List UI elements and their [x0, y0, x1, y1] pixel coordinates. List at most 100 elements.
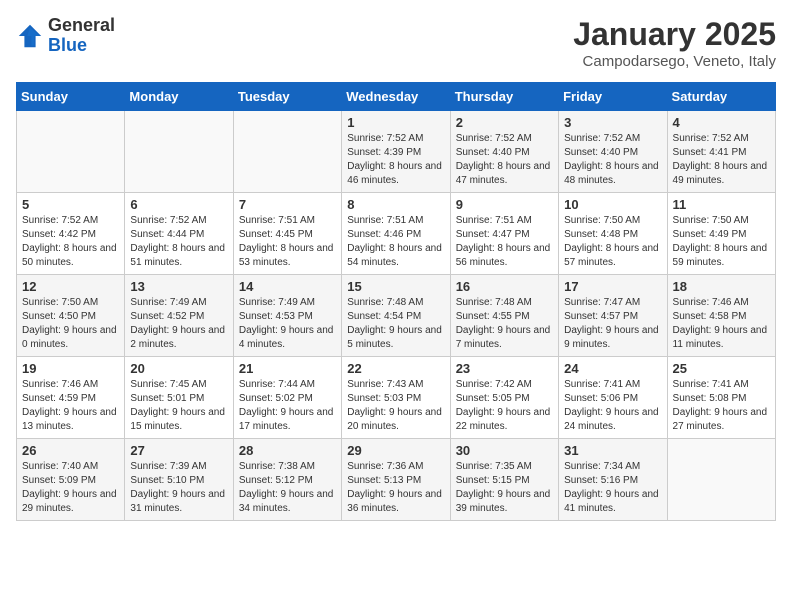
logo: General Blue	[16, 16, 115, 56]
day-info: Sunrise: 7:48 AM Sunset: 4:54 PM Dayligh…	[347, 296, 444, 352]
day-info: Sunrise: 7:50 AM Sunset: 4:50 PM Dayligh…	[22, 296, 119, 352]
day-info: Sunrise: 7:51 AM Sunset: 4:47 PM Dayligh…	[456, 214, 553, 270]
day-header-sunday: Sunday	[17, 83, 125, 111]
logo-general: General	[48, 15, 115, 35]
calendar-cell: 27Sunrise: 7:39 AM Sunset: 5:10 PM Dayli…	[125, 439, 233, 521]
day-number: 3	[564, 115, 661, 130]
day-info: Sunrise: 7:51 AM Sunset: 4:46 PM Dayligh…	[347, 214, 444, 270]
calendar-cell: 30Sunrise: 7:35 AM Sunset: 5:15 PM Dayli…	[450, 439, 558, 521]
calendar-cell: 21 Sunrise: 7:44 AM Sunset: 5:02 PM Dayli…	[233, 357, 341, 439]
day-number: 26	[22, 443, 119, 458]
calendar-week-3: 12Sunrise: 7:50 AM Sunset: 4:50 PM Dayli…	[17, 275, 776, 357]
calendar-cell	[233, 111, 341, 193]
day-number: 14	[239, 279, 336, 294]
calendar-cell: 8 Sunrise: 7:51 AM Sunset: 4:46 PM Daylig…	[342, 193, 450, 275]
calendar-cell: 19 Sunrise: 7:46 AM Sunset: 4:59 PM Dayli…	[17, 357, 125, 439]
day-number: 22	[347, 361, 444, 376]
calendar-table: SundayMondayTuesdayWednesdayThursdayFrid…	[16, 82, 776, 521]
calendar-cell: 4 Sunrise: 7:52 AM Sunset: 4:41 PM Daylig…	[667, 111, 775, 193]
day-info: Sunrise: 7:52 AM Sunset: 4:39 PM Dayligh…	[347, 132, 444, 188]
calendar-cell: 25 Sunrise: 7:41 AM Sunset: 5:08 PM Dayli…	[667, 357, 775, 439]
day-number: 8	[347, 197, 444, 212]
title-block: January 2025 Campodarsego, Veneto, Italy	[573, 16, 776, 70]
calendar-cell: 29Sunrise: 7:36 AM Sunset: 5:13 PM Dayli…	[342, 439, 450, 521]
day-number: 29	[347, 443, 444, 458]
logo-icon	[16, 22, 44, 50]
day-header-friday: Friday	[559, 83, 667, 111]
day-number: 30	[456, 443, 553, 458]
calendar-cell	[17, 111, 125, 193]
day-info: Sunrise: 7:38 AM Sunset: 5:12 PM Dayligh…	[239, 460, 336, 516]
calendar-cell	[125, 111, 233, 193]
calendar-cell: 18 Sunrise: 7:46 AM Sunset: 4:58 PM Dayli…	[667, 275, 775, 357]
day-header-saturday: Saturday	[667, 83, 775, 111]
day-number: 20	[130, 361, 227, 376]
calendar-cell: 20 Sunrise: 7:45 AM Sunset: 5:01 PM Dayli…	[125, 357, 233, 439]
day-info: Sunrise: 7:52 AM Sunset: 4:40 PM Dayligh…	[456, 132, 553, 188]
calendar-cell: 3 Sunrise: 7:52 AM Sunset: 4:40 PM Daylig…	[559, 111, 667, 193]
day-number: 11	[673, 197, 770, 212]
calendar-cell	[667, 439, 775, 521]
day-number: 2	[456, 115, 553, 130]
day-number: 5	[22, 197, 119, 212]
day-info: Sunrise: 7:42 AM Sunset: 5:05 PM Dayligh…	[456, 378, 553, 434]
day-info: Sunrise: 7:49 AM Sunset: 4:53 PM Dayligh…	[239, 296, 336, 352]
calendar-cell: 7 Sunrise: 7:51 AM Sunset: 4:45 PM Daylig…	[233, 193, 341, 275]
day-info: Sunrise: 7:46 AM Sunset: 4:58 PM Dayligh…	[673, 296, 770, 352]
calendar-cell: 23 Sunrise: 7:42 AM Sunset: 5:05 PM Dayli…	[450, 357, 558, 439]
day-number: 24	[564, 361, 661, 376]
calendar-cell: 15 Sunrise: 7:48 AM Sunset: 4:54 PM Dayli…	[342, 275, 450, 357]
day-info: Sunrise: 7:52 AM Sunset: 4:41 PM Dayligh…	[673, 132, 770, 188]
day-number: 6	[130, 197, 227, 212]
day-number: 23	[456, 361, 553, 376]
day-number: 28	[239, 443, 336, 458]
day-number: 16	[456, 279, 553, 294]
calendar-cell: 10 Sunrise: 7:50 AM Sunset: 4:48 PM Dayli…	[559, 193, 667, 275]
calendar-cell: 22Sunrise: 7:43 AM Sunset: 5:03 PM Dayli…	[342, 357, 450, 439]
day-number: 21	[239, 361, 336, 376]
calendar-cell: 24 Sunrise: 7:41 AM Sunset: 5:06 PM Dayli…	[559, 357, 667, 439]
calendar-week-4: 19 Sunrise: 7:46 AM Sunset: 4:59 PM Dayli…	[17, 357, 776, 439]
day-number: 10	[564, 197, 661, 212]
logo-text: General Blue	[48, 16, 115, 56]
calendar-cell: 16Sunrise: 7:48 AM Sunset: 4:55 PM Dayli…	[450, 275, 558, 357]
calendar-cell: 9 Sunrise: 7:51 AM Sunset: 4:47 PM Daylig…	[450, 193, 558, 275]
day-number: 17	[564, 279, 661, 294]
calendar-header-row: SundayMondayTuesdayWednesdayThursdayFrid…	[17, 83, 776, 111]
day-number: 4	[673, 115, 770, 130]
day-info: Sunrise: 7:44 AM Sunset: 5:02 PM Dayligh…	[239, 378, 336, 434]
day-info: Sunrise: 7:40 AM Sunset: 5:09 PM Dayligh…	[22, 460, 119, 516]
calendar-week-5: 26 Sunrise: 7:40 AM Sunset: 5:09 PM Dayli…	[17, 439, 776, 521]
day-info: Sunrise: 7:52 AM Sunset: 4:40 PM Dayligh…	[564, 132, 661, 188]
day-number: 13	[130, 279, 227, 294]
day-info: Sunrise: 7:41 AM Sunset: 5:06 PM Dayligh…	[564, 378, 661, 434]
day-info: Sunrise: 7:45 AM Sunset: 5:01 PM Dayligh…	[130, 378, 227, 434]
day-number: 19	[22, 361, 119, 376]
day-header-monday: Monday	[125, 83, 233, 111]
calendar-cell: 5 Sunrise: 7:52 AM Sunset: 4:42 PM Daylig…	[17, 193, 125, 275]
calendar-cell: 1Sunrise: 7:52 AM Sunset: 4:39 PM Daylig…	[342, 111, 450, 193]
day-info: Sunrise: 7:52 AM Sunset: 4:42 PM Dayligh…	[22, 214, 119, 270]
day-header-tuesday: Tuesday	[233, 83, 341, 111]
calendar-cell: 31Sunrise: 7:34 AM Sunset: 5:16 PM Dayli…	[559, 439, 667, 521]
calendar-cell: 28 Sunrise: 7:38 AM Sunset: 5:12 PM Dayli…	[233, 439, 341, 521]
calendar-cell: 11Sunrise: 7:50 AM Sunset: 4:49 PM Dayli…	[667, 193, 775, 275]
day-number: 15	[347, 279, 444, 294]
logo-blue: Blue	[48, 35, 87, 55]
day-number: 18	[673, 279, 770, 294]
day-number: 25	[673, 361, 770, 376]
calendar-week-2: 5 Sunrise: 7:52 AM Sunset: 4:42 PM Daylig…	[17, 193, 776, 275]
day-number: 7	[239, 197, 336, 212]
calendar-week-1: 1Sunrise: 7:52 AM Sunset: 4:39 PM Daylig…	[17, 111, 776, 193]
calendar-cell: 26 Sunrise: 7:40 AM Sunset: 5:09 PM Dayli…	[17, 439, 125, 521]
day-number: 9	[456, 197, 553, 212]
day-header-thursday: Thursday	[450, 83, 558, 111]
calendar-subtitle: Campodarsego, Veneto, Italy	[573, 53, 776, 70]
day-info: Sunrise: 7:51 AM Sunset: 4:45 PM Dayligh…	[239, 214, 336, 270]
calendar-cell: 17Sunrise: 7:47 AM Sunset: 4:57 PM Dayli…	[559, 275, 667, 357]
day-info: Sunrise: 7:39 AM Sunset: 5:10 PM Dayligh…	[130, 460, 227, 516]
day-info: Sunrise: 7:46 AM Sunset: 4:59 PM Dayligh…	[22, 378, 119, 434]
page-header: General Blue January 2025 Campodarsego, …	[16, 16, 776, 70]
day-info: Sunrise: 7:41 AM Sunset: 5:08 PM Dayligh…	[673, 378, 770, 434]
day-info: Sunrise: 7:50 AM Sunset: 4:48 PM Dayligh…	[564, 214, 661, 270]
